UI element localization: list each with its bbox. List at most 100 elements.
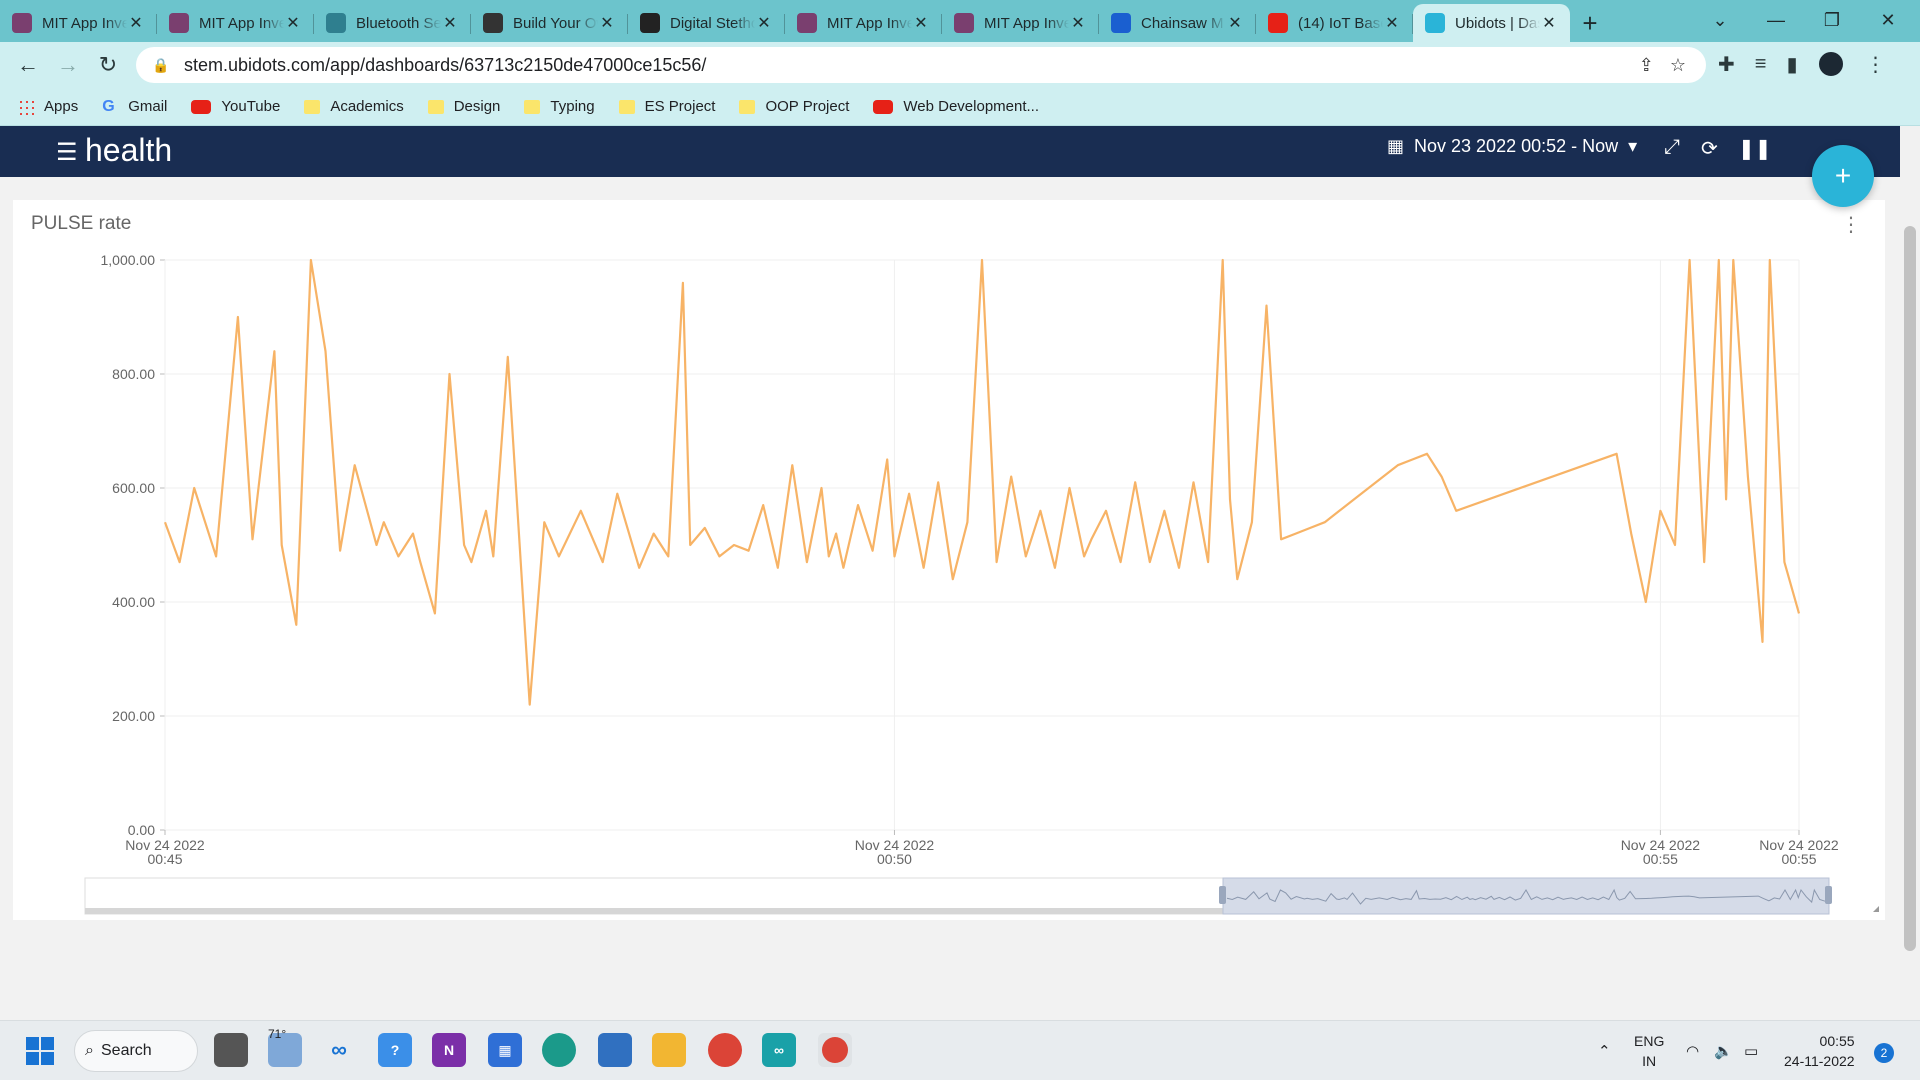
bookmark-item[interactable]: Academics — [304, 98, 404, 115]
new-tab-button[interactable]: + — [1570, 4, 1610, 42]
reading-list-icon[interactable]: ≡ — [1755, 53, 1767, 76]
folder-icon — [304, 99, 321, 114]
browser-tab[interactable]: (14) IoT Based✕ — [1256, 4, 1413, 42]
start-button[interactable] — [26, 1037, 54, 1065]
bookmark-label: ES Project — [644, 98, 716, 115]
browser-tab[interactable]: Ubidots | Dashboard✕ — [1413, 4, 1570, 42]
y-tick-label: 1,000.00 — [101, 252, 156, 268]
dashboard-name[interactable]: health — [85, 132, 172, 169]
bookmark-star-icon[interactable]: ☆ — [1670, 55, 1686, 76]
bookmark-item[interactable]: OOP Project — [739, 98, 849, 115]
back-icon[interactable]: ← — [8, 45, 48, 85]
tab-title: Chainsaw M — [1141, 14, 1224, 32]
url-bar[interactable]: 🔒 stem.ubidots.com/app/dashboards/63713c… — [136, 47, 1706, 83]
address-bar-row: ← → ↻ 🔒 stem.ubidots.com/app/dashboards/… — [0, 42, 1920, 88]
tray-chevron-icon[interactable]: ⌃ — [1598, 1021, 1611, 1080]
date-range-text: Nov 23 2022 00:52 - Now — [1414, 136, 1619, 156]
tab-favicon-icon — [1268, 13, 1288, 33]
tab-close-icon[interactable]: ✕ — [1383, 13, 1401, 33]
calendar-app-icon[interactable]: ▦ — [488, 1033, 522, 1067]
share-icon[interactable]: ⇪ — [1639, 55, 1654, 76]
page-scrollbar[interactable] — [1900, 126, 1920, 1020]
system-clock[interactable]: 00:55 24-11-2022 — [1784, 1031, 1855, 1071]
tab-close-icon[interactable]: ✕ — [1069, 13, 1087, 33]
browser-tab[interactable]: MIT App Inventor✕ — [0, 4, 157, 42]
close-window-icon[interactable]: ✕ — [1860, 0, 1916, 40]
bookmark-item[interactable]: G Gmail — [102, 98, 167, 116]
dashboard-header: ☰ health ▦ Nov 23 2022 00:52 - Now ▾ ⤢ ⟳… — [0, 126, 1900, 177]
file-explorer-icon[interactable] — [652, 1033, 686, 1067]
browser-tab[interactable]: Build Your Own✕ — [471, 4, 628, 42]
bookmark-item[interactable]: ES Project — [618, 98, 716, 115]
tab-title: Ubidots | Dashboard — [1455, 14, 1540, 32]
tab-favicon-icon — [1425, 13, 1445, 33]
taskbar-search[interactable]: ⌕ Search — [74, 1030, 198, 1072]
tab-close-icon[interactable]: ✕ — [755, 13, 773, 33]
tab-close-icon[interactable]: ✕ — [284, 13, 302, 33]
tab-strip: MIT App Inventor✕MIT App Inventor✕Blueto… — [0, 4, 1570, 42]
bookmark-label: Web Development... — [903, 98, 1040, 115]
bookmark-label: Academics — [330, 98, 404, 115]
help-app-icon[interactable]: ? — [378, 1033, 412, 1067]
tab-close-icon[interactable]: ✕ — [598, 13, 616, 33]
tab-close-icon[interactable]: ✕ — [912, 13, 930, 33]
chrome-active-icon[interactable] — [818, 1033, 852, 1067]
bookmark-label: Design — [453, 98, 501, 115]
search-label: Search — [101, 1042, 152, 1059]
browser-tab[interactable]: MIT App Inventor✕ — [942, 4, 1099, 42]
extensions-icon[interactable]: ✚ — [1718, 52, 1735, 77]
task-view-icon[interactable] — [214, 1033, 248, 1067]
wifi-icon[interactable]: ◠ — [1686, 1021, 1699, 1080]
browser-tab-bar: MIT App Inventor✕MIT App Inventor✕Blueto… — [0, 0, 1920, 42]
tab-close-icon[interactable]: ✕ — [1540, 13, 1558, 33]
infinity-app-icon[interactable]: ∞ — [322, 1033, 356, 1067]
browser-tab[interactable]: MIT App Inventor✕ — [157, 4, 314, 42]
bookmark-item[interactable]: YouTube — [191, 98, 280, 115]
browser-menu-icon[interactable]: ⋮ — [1865, 52, 1885, 77]
language-indicator[interactable]: ENG IN — [1634, 1031, 1664, 1071]
side-panel-icon[interactable]: ▮ — [1786, 52, 1797, 77]
remote-desktop-icon[interactable] — [598, 1033, 632, 1067]
url-text: stem.ubidots.com/app/dashboards/63713c21… — [184, 54, 707, 75]
tab-search-icon[interactable]: ⌄ — [1692, 0, 1748, 40]
add-widget-button[interactable]: + — [1812, 145, 1874, 207]
bookmarks-bar: Apps G Gmail YouTube Academics Design Typing ES… — [0, 88, 1920, 126]
folder-icon — [524, 99, 541, 114]
fullscreen-icon[interactable]: ⤢ — [1664, 136, 1680, 159]
browser-tab[interactable]: Bluetooth Serial✕ — [314, 4, 471, 42]
reload-icon[interactable]: ↻ — [88, 45, 128, 85]
tab-close-icon[interactable]: ✕ — [127, 13, 145, 33]
browser-tab[interactable]: MIT App Inventor✕ — [785, 4, 942, 42]
tab-title: Digital Stethoscope — [670, 14, 755, 32]
notification-badge[interactable]: 2 — [1874, 1043, 1894, 1063]
forward-icon[interactable]: → — [48, 45, 88, 85]
profile-avatar[interactable] — [1817, 50, 1846, 78]
bookmark-item[interactable]: Web Development... — [873, 98, 1039, 115]
folder-icon — [739, 99, 756, 114]
bookmark-label: YouTube — [221, 98, 281, 115]
bookmark-item[interactable]: Apps — [18, 98, 78, 115]
browser-tab[interactable]: Chainsaw M ✕ — [1099, 4, 1256, 42]
browser-tab[interactable]: Digital Stethoscope✕ — [628, 4, 785, 42]
volume-icon[interactable]: 🔈 — [1714, 1021, 1733, 1080]
hamburger-menu-icon[interactable]: ☰ — [56, 138, 78, 167]
minimize-icon[interactable]: — — [1748, 0, 1804, 40]
pause-icon[interactable]: ❚❚ — [1738, 136, 1772, 161]
tab-favicon-icon — [483, 13, 503, 33]
refresh-icon[interactable]: ⟳ — [1701, 136, 1718, 161]
date-range-picker[interactable]: ▦ Nov 23 2022 00:52 - Now ▾ — [1387, 136, 1637, 157]
edge-icon[interactable] — [542, 1033, 576, 1067]
onenote-icon[interactable]: N — [432, 1033, 466, 1067]
search-icon: ⌕ — [85, 1042, 94, 1059]
bookmark-item[interactable]: Design — [427, 98, 501, 115]
arduino-icon[interactable]: ∞ — [762, 1033, 796, 1067]
youtube-icon — [873, 99, 894, 114]
battery-icon[interactable]: ▭ — [1744, 1021, 1758, 1080]
bookmark-item[interactable]: Typing — [524, 98, 595, 115]
scrollbar-thumb[interactable] — [1904, 226, 1916, 951]
x-tick-label-time: 00:45 — [147, 851, 182, 867]
tab-close-icon[interactable]: ✕ — [441, 13, 459, 33]
tab-close-icon[interactable]: ✕ — [1226, 13, 1244, 33]
chrome-icon[interactable] — [708, 1033, 742, 1067]
restore-icon[interactable]: ❐ — [1804, 0, 1860, 40]
